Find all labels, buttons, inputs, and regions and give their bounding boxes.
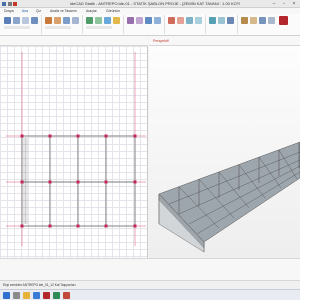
plan-view-header (0, 36, 148, 46)
title-bar: ideCAD Statik - ANTREPO.ide-01 - STATİK … (0, 0, 300, 8)
ribbon-separator (164, 15, 165, 34)
browser-icon[interactable] (33, 292, 40, 299)
dimension-icon[interactable] (113, 17, 120, 24)
ribbon-separator (205, 15, 206, 34)
app-window: ideCAD Statik - ANTREPO.ide-01 - STATİK … (0, 0, 300, 300)
folder-icon[interactable] (23, 292, 30, 299)
save-icon[interactable] (2, 2, 6, 6)
excel-icon[interactable] (53, 292, 60, 299)
idecad-icon[interactable] (43, 292, 50, 299)
window-tool-icon[interactable] (63, 17, 70, 24)
building-3d-model (158, 141, 300, 253)
analysis-icon[interactable] (86, 17, 93, 24)
perspective-icon[interactable] (209, 17, 216, 24)
taskbar (0, 289, 300, 300)
column-tool-icon[interactable] (4, 17, 11, 24)
report-icon[interactable] (127, 17, 134, 24)
section-icon[interactable] (104, 17, 111, 24)
load-icon[interactable] (95, 17, 102, 24)
plan-view[interactable] (0, 46, 148, 258)
mirror-icon[interactable] (195, 17, 202, 24)
rebar-hatch (23, 138, 28, 224)
foundation-tool-icon[interactable] (45, 17, 52, 24)
ribbon-dropdown[interactable] (86, 26, 112, 29)
wall-tool-icon[interactable] (31, 17, 38, 24)
perspective-view[interactable] (149, 46, 300, 258)
pdf-icon[interactable] (63, 292, 70, 299)
start-icon[interactable] (3, 292, 10, 299)
ribbon-toolbar (0, 14, 300, 36)
window-title: ideCAD Statik - ANTREPO.ide-01 - STATİK … (70, 1, 240, 6)
perspective-drawing (158, 141, 300, 253)
ribbon-separator (82, 15, 83, 34)
perspective-view-label: Perspektif (153, 39, 169, 43)
command-area[interactable] (0, 258, 300, 280)
plan-view-icon[interactable] (218, 17, 225, 24)
perspective-view-header: Perspektif (149, 36, 300, 46)
ribbon-separator (237, 15, 238, 34)
app-logo (279, 16, 288, 25)
ribbon-separator (41, 15, 42, 34)
ribbon-separator (123, 15, 124, 34)
status-text: Ekşi zeminler ANTREPO.ide_01_12 Kat Taşı… (3, 283, 76, 287)
drawing-icon[interactable] (136, 17, 143, 24)
redo-icon[interactable] (13, 2, 17, 6)
help-icon[interactable] (259, 17, 266, 24)
beam-tool-icon[interactable] (13, 17, 20, 24)
search-icon[interactable] (13, 292, 20, 299)
slab-tool-icon[interactable] (22, 17, 29, 24)
window-maximize-icon[interactable]: ▫ (280, 1, 288, 7)
properties-icon[interactable] (154, 17, 161, 24)
layer-icon[interactable] (145, 17, 152, 24)
plan-drawing (6, 52, 146, 246)
info-icon[interactable] (268, 17, 275, 24)
settings-icon[interactable] (241, 17, 248, 24)
status-bar: Ekşi zeminler ANTREPO.ide_01_12 Kat Taşı… (0, 280, 300, 289)
delete-icon[interactable] (168, 17, 175, 24)
options-icon[interactable] (250, 17, 257, 24)
zoom-icon[interactable] (227, 17, 234, 24)
undo-icon[interactable] (8, 2, 12, 6)
stair-tool-icon[interactable] (54, 17, 61, 24)
copy-icon[interactable] (177, 17, 184, 24)
ribbon-dropdown[interactable] (45, 26, 71, 29)
ribbon-dropdown[interactable] (4, 26, 30, 29)
window-close-icon[interactable]: × (290, 1, 298, 7)
window-minimize-icon[interactable]: – (270, 1, 278, 7)
move-icon[interactable] (186, 17, 193, 24)
door-tool-icon[interactable] (72, 17, 79, 24)
column-markers (20, 134, 137, 228)
